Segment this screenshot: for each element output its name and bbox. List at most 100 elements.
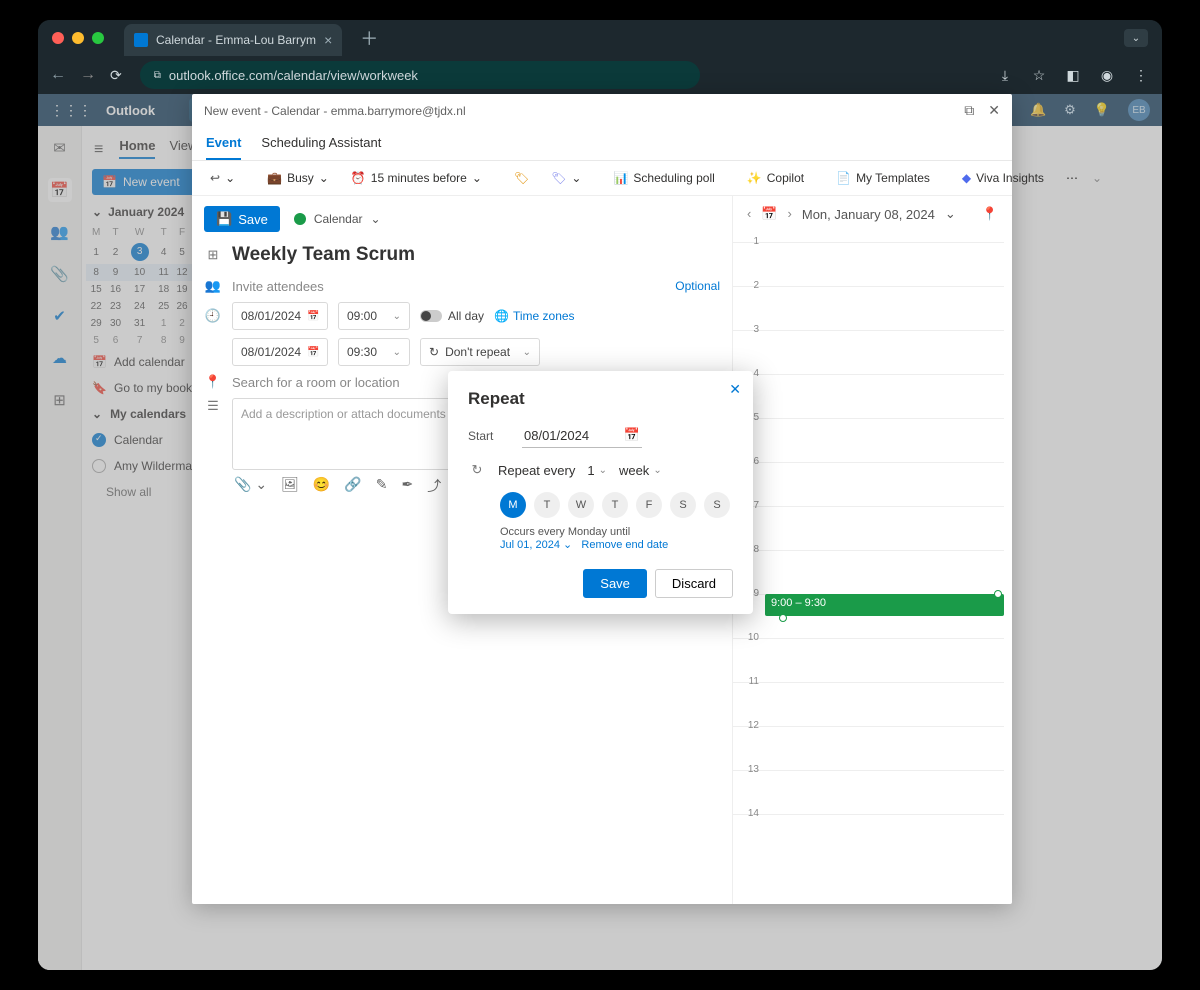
- rail-more-icon[interactable]: ⊞: [48, 388, 72, 412]
- weekday-toggle[interactable]: M: [500, 492, 526, 518]
- hour-row[interactable]: 12: [733, 726, 1004, 770]
- more-format-icon[interactable]: ⤴: [427, 476, 441, 496]
- back-icon[interactable]: ←: [50, 66, 66, 84]
- event-title-input[interactable]: Weekly Team Scrum: [232, 240, 415, 270]
- repeat-save-button[interactable]: Save: [583, 569, 647, 598]
- weekday-toggle[interactable]: W: [568, 492, 594, 518]
- browser-tab[interactable]: Calendar - Emma-Lou Barrym ×: [124, 24, 342, 56]
- hour-row[interactable]: 1: [733, 242, 1004, 286]
- show-as-button[interactable]: 💼Busy⌄: [259, 167, 337, 189]
- address-bar[interactable]: ⧉ outlook.office.com/calendar/view/workw…: [140, 61, 700, 89]
- rail-calendar-icon[interactable]: 📅: [48, 178, 72, 202]
- next-day-icon[interactable]: ›: [788, 206, 792, 222]
- today-icon[interactable]: 📅: [761, 206, 777, 222]
- minimize-window-icon[interactable]: [72, 32, 84, 44]
- attach-icon[interactable]: 📎 ⌄: [234, 476, 267, 496]
- hour-row[interactable]: 10: [733, 638, 1004, 682]
- all-day-toggle[interactable]: All day: [420, 309, 484, 323]
- copilot-button[interactable]: ✨Copilot: [739, 167, 812, 189]
- hour-row[interactable]: 4: [733, 374, 1004, 418]
- reminder-button[interactable]: ⏰15 minutes before⌄: [343, 167, 490, 189]
- link-icon[interactable]: 🔗: [344, 476, 361, 496]
- repeat-start-input[interactable]: 08/01/2024 📅: [522, 423, 642, 448]
- timezones-link[interactable]: 🌐Time zones: [494, 309, 575, 323]
- weekday-toggle[interactable]: F: [636, 492, 662, 518]
- checkbox-icon[interactable]: [92, 433, 106, 447]
- location-pin-icon[interactable]: 📍: [982, 206, 998, 222]
- resize-handle-icon[interactable]: [779, 614, 787, 622]
- signature-icon[interactable]: ✒: [401, 476, 413, 496]
- install-app-icon[interactable]: ⤓: [996, 67, 1014, 84]
- rail-mail-icon[interactable]: ✉: [48, 136, 72, 160]
- scheduling-poll-button[interactable]: 📊Scheduling poll: [605, 167, 722, 189]
- close-window-icon[interactable]: [52, 32, 64, 44]
- hour-row[interactable]: 7: [733, 506, 1004, 550]
- weekday-toggle[interactable]: T: [602, 492, 628, 518]
- reload-icon[interactable]: ⟳: [110, 67, 122, 84]
- hour-row[interactable]: 11: [733, 682, 1004, 726]
- close-icon[interactable]: ✕: [729, 381, 741, 398]
- weekday-toggle[interactable]: S: [704, 492, 730, 518]
- weekday-toggle[interactable]: S: [670, 492, 696, 518]
- draw-icon[interactable]: ✎: [376, 476, 388, 496]
- panel-icon[interactable]: ◧: [1064, 67, 1082, 84]
- bookmark-icon[interactable]: ☆: [1030, 67, 1048, 84]
- tab-home[interactable]: Home: [119, 138, 155, 159]
- hour-row[interactable]: 2: [733, 286, 1004, 330]
- account-avatar[interactable]: EB: [1128, 99, 1150, 121]
- profile-icon[interactable]: ◉: [1098, 67, 1116, 84]
- emoji-icon[interactable]: 😊: [313, 476, 330, 496]
- checkbox-icon[interactable]: [92, 459, 106, 473]
- forward-icon[interactable]: →: [80, 66, 96, 84]
- calendar-icon[interactable]: 📅: [624, 427, 640, 443]
- rail-cloud-icon[interactable]: ☁: [48, 346, 72, 370]
- rail-files-icon[interactable]: 📎: [48, 262, 72, 286]
- private-button[interactable]: 🏷⌄: [543, 167, 589, 189]
- new-tab-icon[interactable]: ＋: [360, 25, 378, 51]
- end-time-input[interactable]: 09:30⌄: [338, 338, 410, 366]
- rail-todo-icon[interactable]: ✔: [48, 304, 72, 328]
- tab-event[interactable]: Event: [206, 127, 241, 160]
- repeat-unit-select[interactable]: week⌄: [619, 463, 662, 478]
- repeat-count-select[interactable]: 1⌄: [587, 463, 607, 478]
- picture-icon[interactable]: 🖼: [281, 476, 299, 496]
- hour-row[interactable]: 3: [733, 330, 1004, 374]
- invite-attendees-input[interactable]: Invite attendees: [232, 279, 324, 294]
- remove-end-date-link[interactable]: Remove end date: [581, 539, 668, 551]
- save-button[interactable]: 💾 Save: [204, 206, 280, 232]
- prev-day-icon[interactable]: ‹: [747, 206, 751, 222]
- hour-row[interactable]: 13: [733, 770, 1004, 814]
- repeat-discard-button[interactable]: Discard: [655, 569, 733, 598]
- start-time-input[interactable]: 09:00⌄: [338, 302, 410, 330]
- app-launcher-icon[interactable]: ⋮⋮⋮: [50, 102, 92, 119]
- response-options-button[interactable]: ↩︎⌄: [202, 167, 243, 189]
- ribbon-chevron-icon[interactable]: ⌄: [1092, 171, 1102, 185]
- close-icon[interactable]: ✕: [988, 102, 1000, 119]
- more-commands-button[interactable]: ⋯: [1058, 167, 1086, 189]
- hour-row[interactable]: 6: [733, 462, 1004, 506]
- hour-row[interactable]: 5: [733, 418, 1004, 462]
- calendar-picker[interactable]: Calendar ⌄: [294, 212, 381, 226]
- popout-icon[interactable]: ⧉: [964, 102, 974, 119]
- weekday-toggle[interactable]: T: [534, 492, 560, 518]
- chevron-down-icon[interactable]: ⌄: [945, 206, 956, 222]
- optional-link[interactable]: Optional: [675, 279, 720, 293]
- close-tab-icon[interactable]: ×: [324, 32, 332, 48]
- maximize-window-icon[interactable]: [92, 32, 104, 44]
- location-input[interactable]: Search for a room or location: [232, 375, 400, 390]
- templates-button[interactable]: 📄My Templates: [828, 167, 938, 189]
- tab-scheduling-assistant[interactable]: Scheduling Assistant: [261, 127, 381, 160]
- notifications-icon[interactable]: 🔔: [1030, 102, 1046, 118]
- categorize-button[interactable]: 🏷: [506, 167, 537, 189]
- settings-icon[interactable]: ⚙: [1064, 102, 1076, 118]
- browser-menu-icon[interactable]: ⋮: [1132, 67, 1150, 84]
- viva-insights-button[interactable]: ◆Viva Insights: [954, 167, 1052, 189]
- hour-row[interactable]: 14: [733, 814, 1004, 858]
- day-grid[interactable]: 12345678910111213149:00 – 9:30: [733, 232, 1012, 904]
- start-date-input[interactable]: 08/01/2024📅: [232, 302, 328, 330]
- repeat-dropdown[interactable]: ↻Don't repeat⌄: [420, 338, 540, 366]
- until-date-link[interactable]: Jul 01, 2024 ⌄: [500, 539, 572, 551]
- browser-tabs-menu[interactable]: ⌄: [1124, 29, 1148, 47]
- end-date-input[interactable]: 08/01/2024📅: [232, 338, 328, 366]
- resize-handle-icon[interactable]: [994, 590, 1002, 598]
